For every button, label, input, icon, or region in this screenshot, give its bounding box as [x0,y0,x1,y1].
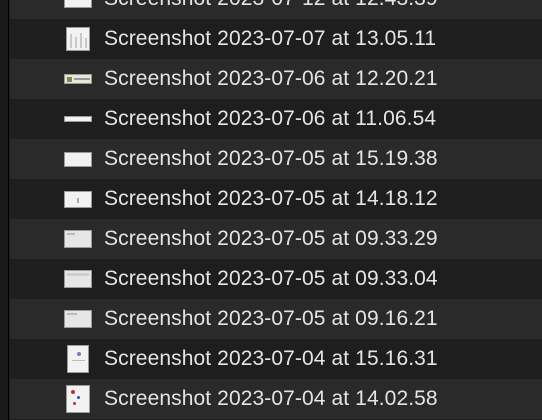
file-name: Screenshot 2023-07-05 at 15.19.38 [104,147,438,170]
file-row[interactable]: Screenshot 2023-07-05 at 09.33.29 [10,219,542,259]
image-thumbnail-icon [64,225,92,253]
file-name: Screenshot 2023-07-06 at 11.06.54 [104,107,437,130]
image-thumbnail-icon [64,185,92,213]
image-thumbnail-icon [64,0,92,13]
finder-window: Screenshot 2023-07-12 at 12.43.39 Screen… [0,0,542,420]
image-thumbnail-icon [64,385,92,413]
file-name: Screenshot 2023-07-06 at 12.20.21 [104,67,438,90]
image-thumbnail-icon [64,65,92,93]
file-row[interactable]: Screenshot 2023-07-06 at 12.20.21 [10,59,542,99]
file-row[interactable]: Screenshot 2023-07-05 at 14.18.12 [10,179,542,219]
file-row[interactable]: Screenshot 2023-07-07 at 13.05.11 [10,19,542,59]
image-thumbnail-icon [64,305,92,333]
file-list: Screenshot 2023-07-12 at 12.43.39 Screen… [10,0,542,419]
image-thumbnail-icon [64,345,92,373]
file-name: Screenshot 2023-07-05 at 09.33.04 [104,267,438,290]
file-row[interactable]: Screenshot 2023-07-05 at 15.19.38 [10,139,542,179]
file-name: Screenshot 2023-07-05 at 09.16.21 [104,307,438,330]
image-thumbnail-icon [64,25,92,53]
file-row[interactable]: Screenshot 2023-07-04 at 15.16.31 [10,339,542,379]
file-row[interactable]: Screenshot 2023-07-12 at 12.43.39 [10,0,542,19]
file-name: Screenshot 2023-07-04 at 14.02.58 [104,387,438,410]
image-thumbnail-icon [64,265,92,293]
file-row[interactable]: Screenshot 2023-07-05 at 09.33.04 [10,259,542,299]
sidebar-edge [0,0,9,420]
file-name: Screenshot 2023-07-05 at 14.18.12 [104,187,438,210]
file-row[interactable]: Screenshot 2023-07-04 at 14.02.58 [10,379,542,419]
file-name: Screenshot 2023-07-05 at 09.33.29 [104,227,438,250]
file-name: Screenshot 2023-07-07 at 13.05.11 [104,27,437,50]
file-row[interactable]: Screenshot 2023-07-06 at 11.06.54 [10,99,542,139]
file-name: Screenshot 2023-07-04 at 15.16.31 [104,347,438,370]
file-name: Screenshot 2023-07-12 at 12.43.39 [104,0,438,11]
image-thumbnail-icon [64,105,92,133]
image-thumbnail-icon [64,145,92,173]
file-row[interactable]: Screenshot 2023-07-05 at 09.16.21 [10,299,542,339]
